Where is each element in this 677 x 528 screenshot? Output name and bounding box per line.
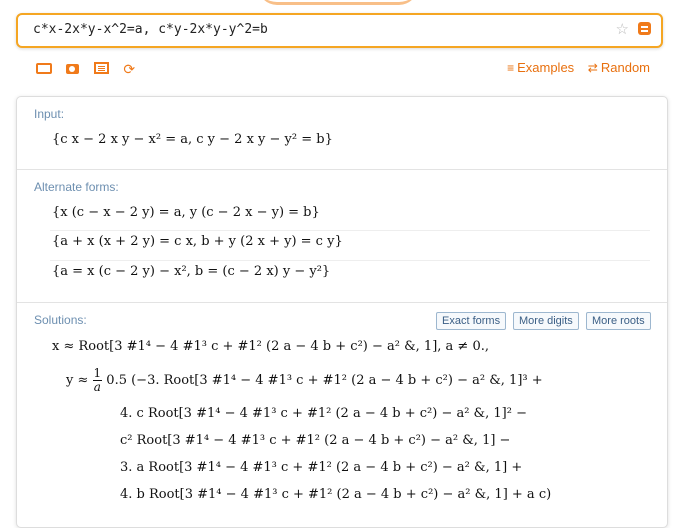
- form-divider: [50, 230, 650, 231]
- input-pod-title: Input:: [34, 107, 65, 121]
- y-line-1: 0.5 (−3. Root[3 #1⁴ − 4 #1³ c + #1² (2 a…: [106, 373, 543, 388]
- y-fraction: 1 a: [92, 366, 103, 394]
- more-digits-button[interactable]: More digits: [513, 312, 579, 330]
- random-link[interactable]: ⇄ Random: [588, 60, 650, 75]
- logo-arc: [258, 0, 418, 5]
- solution-x: x ≈ Root[3 #1⁴ − 4 #1³ c + #1² (2 a − 4 …: [52, 339, 489, 354]
- go-icon[interactable]: [638, 22, 651, 35]
- solution-buttons: Exact forms More digits More roots: [17, 312, 667, 330]
- results-card: Input: {c x − 2 x y − x² = a, c y − 2 x …: [16, 96, 668, 528]
- document-icon[interactable]: [93, 62, 109, 74]
- pod-divider: [17, 169, 667, 170]
- alternate-form-3: {a = x (c − 2 y) − x², b = (c − 2 x) y −…: [52, 264, 331, 279]
- y-line-5: 4. b Root[3 #1⁴ − 4 #1³ c + #1² (2 a − 4…: [120, 487, 552, 502]
- form-divider: [50, 260, 650, 261]
- exact-forms-button[interactable]: Exact forms: [436, 312, 507, 330]
- y-approx: y ≈: [66, 373, 89, 388]
- input-expression: {c x − 2 x y − x² = a, c y − 2 x y − y² …: [52, 132, 333, 147]
- input-mode-toolbar: ⟳: [36, 60, 149, 76]
- star-icon[interactable]: ☆: [616, 20, 629, 38]
- alternate-form-2: {a + x (x + 2 y) = c x, b + y (2 x + y) …: [52, 234, 343, 249]
- y-line-4: 3. a Root[3 #1⁴ − 4 #1³ c + #1² (2 a − 4…: [120, 460, 523, 475]
- solution-y-head: y ≈ 1 a 0.5 (−3. Root[3 #1⁴ − 4 #1³ c + …: [66, 367, 543, 395]
- y-line-3: c² Root[3 #1⁴ − 4 #1³ c + #1² (2 a − 4 b…: [120, 433, 511, 448]
- camera-icon[interactable]: [66, 64, 80, 74]
- query-links: ≡ Examples ⇄ Random: [497, 60, 650, 75]
- query-input[interactable]: c*x-2x*y-x^2=a, c*y-2x*y-y^2=b: [33, 22, 268, 37]
- shuffle-icon: ⇄: [587, 61, 598, 75]
- alternate-form-1: {x (c − x − 2 y) = a, y (c − 2 x − y) = …: [52, 205, 320, 220]
- list-icon: ≡: [507, 61, 515, 75]
- query-input-box[interactable]: c*x-2x*y-x^2=a, c*y-2x*y-y^2=b ☆: [16, 13, 663, 48]
- alternate-forms-title: Alternate forms:: [34, 180, 119, 194]
- examples-link[interactable]: ≡ Examples: [507, 60, 574, 75]
- pod-divider: [17, 302, 667, 303]
- fraction-numerator: 1: [92, 366, 103, 381]
- y-line-2: 4. c Root[3 #1⁴ − 4 #1³ c + #1² (2 a − 4…: [120, 406, 527, 421]
- fraction-denominator: a: [93, 380, 101, 394]
- more-roots-button[interactable]: More roots: [586, 312, 651, 330]
- share-icon[interactable]: ⟳: [123, 62, 139, 76]
- keyboard-icon[interactable]: [36, 63, 52, 74]
